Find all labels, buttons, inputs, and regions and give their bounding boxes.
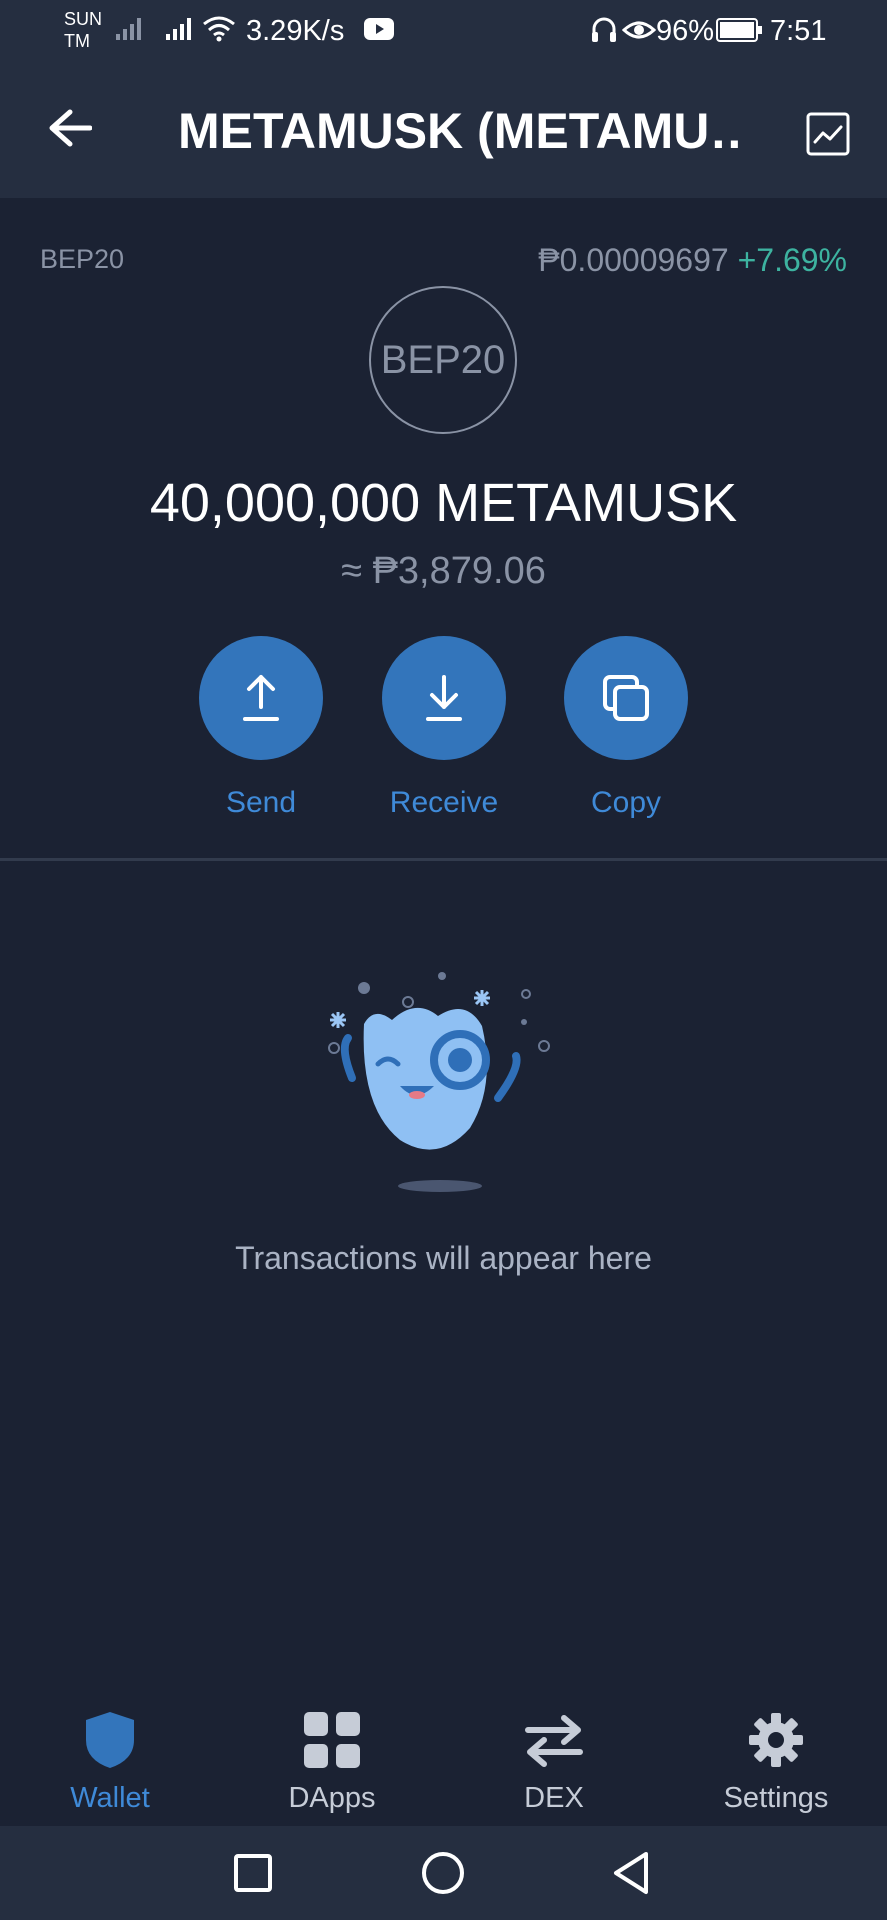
headphones-icon — [592, 17, 616, 42]
clock: 7:51 — [770, 15, 827, 47]
empty-state-message: Transactions will appear here — [235, 1240, 652, 1276]
token-logo: BEP20 — [369, 286, 517, 434]
page-title: METAMUSK (METAMU… — [178, 103, 738, 159]
eye-icon — [622, 21, 656, 39]
token-summary: BEP20 ₱0.00009697 +7.69% BEP20 40,000,00… — [0, 198, 887, 858]
chart-button[interactable] — [798, 104, 858, 164]
divider — [0, 858, 887, 861]
nav-wallet[interactable]: Wallet — [10, 1708, 210, 1815]
square-icon — [234, 1854, 272, 1892]
copy-icon — [603, 675, 649, 721]
empty-transactions-illustration — [328, 972, 550, 1192]
recents-button[interactable] — [228, 1848, 278, 1898]
network-label: BEP20 — [40, 244, 125, 274]
status-bar: SUN TM 3.29K/s 96% 7:51 — [0, 0, 887, 64]
home-button[interactable] — [418, 1848, 468, 1898]
carrier-top: SUN — [64, 9, 103, 29]
receive-circle[interactable] — [382, 636, 506, 760]
shield-icon — [86, 1712, 134, 1768]
back-button[interactable] — [38, 96, 102, 160]
nav-wallet-label: Wallet — [70, 1782, 150, 1814]
nav-settings[interactable]: Settings — [676, 1708, 876, 1815]
carrier-bottom: TM — [64, 31, 90, 51]
receive-button[interactable]: Receive — [382, 636, 506, 820]
gear-icon — [749, 1713, 803, 1767]
upload-arrow-icon — [243, 675, 279, 721]
nav-dapps-label: DApps — [288, 1782, 376, 1814]
signal-weak-icon — [116, 18, 141, 40]
copy-button[interactable]: Copy — [564, 636, 688, 820]
wifi-icon — [203, 16, 235, 42]
fiat-balance: ≈ ₱3,879.06 — [341, 550, 546, 592]
nav-settings-label: Settings — [723, 1782, 829, 1814]
token-price: ₱0.00009697 — [538, 242, 729, 278]
price-row: ₱0.00009697 +7.69% — [538, 242, 847, 279]
send-circle[interactable] — [199, 636, 323, 760]
grid-icon — [304, 1712, 360, 1768]
receive-label: Receive — [389, 786, 499, 819]
arrow-left-icon — [49, 109, 92, 147]
send-label: Send — [225, 786, 297, 819]
triangle-back-icon — [614, 1852, 648, 1894]
app-header: METAMUSK (METAMU… — [0, 64, 887, 198]
chart-icon — [806, 112, 850, 156]
bottom-navigation: Wallet DApps DEX Settings — [0, 1690, 887, 1826]
circle-icon — [422, 1852, 464, 1894]
battery-icon — [716, 18, 762, 42]
system-navigation-bar — [0, 1826, 887, 1920]
download-arrow-icon — [426, 675, 462, 721]
carrier-label: SUN TM — [64, 8, 108, 52]
nav-dex-label: DEX — [524, 1782, 584, 1814]
copy-circle[interactable] — [564, 636, 688, 760]
send-button[interactable]: Send — [199, 636, 323, 820]
video-icon — [364, 18, 394, 40]
copy-label: Copy — [590, 786, 662, 819]
swap-arrows-icon — [525, 1715, 583, 1767]
battery-percent: 96% — [656, 15, 715, 47]
network-speed: 3.29K/s — [246, 15, 345, 47]
token-balance: 40,000,000 METAMUSK — [149, 473, 738, 533]
nav-dapps[interactable]: DApps — [232, 1708, 432, 1815]
back-system-button[interactable] — [606, 1848, 656, 1898]
signal-icon — [166, 18, 191, 40]
nav-dex[interactable]: DEX — [454, 1708, 654, 1815]
price-change: +7.69% — [737, 242, 847, 278]
